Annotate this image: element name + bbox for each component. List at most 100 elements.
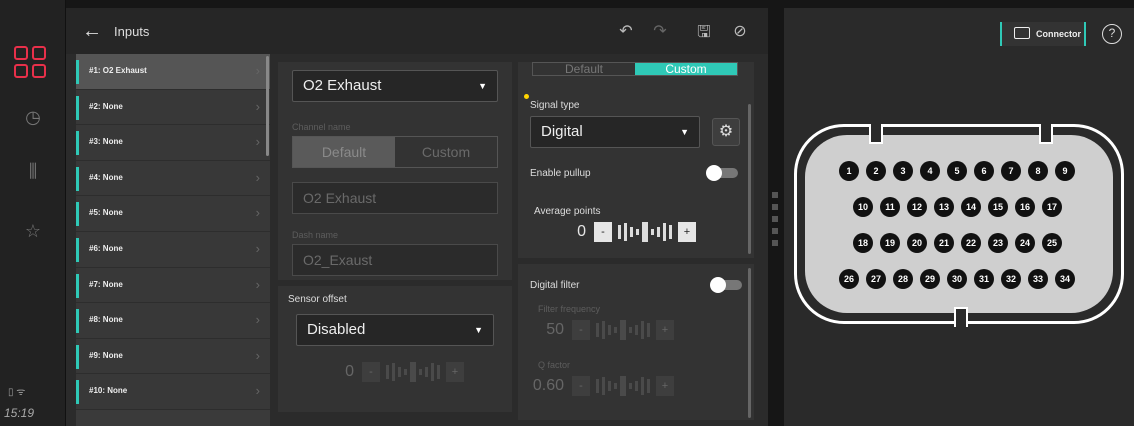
chevron-right-icon: › <box>255 312 260 328</box>
sensor-offset-stepper: 0 - + <box>334 362 464 382</box>
connector-pin[interactable]: 27 <box>866 269 886 289</box>
connector-pin[interactable]: 16 <box>1015 197 1035 217</box>
connector-pin[interactable]: 14 <box>961 197 981 217</box>
channel-name-default-option[interactable]: Default <box>293 137 395 167</box>
connector-pin[interactable]: 5 <box>947 161 967 181</box>
help-icon[interactable]: ? <box>1102 24 1122 44</box>
connector-pin[interactable]: 6 <box>974 161 994 181</box>
connector-pin[interactable]: 2 <box>866 161 886 181</box>
signal-scrollbar[interactable] <box>748 104 751 254</box>
connector-button[interactable]: Connector <box>1000 22 1086 46</box>
filter-scrollbar[interactable] <box>748 268 751 418</box>
stepper-track[interactable] <box>596 376 650 396</box>
connector-pin[interactable]: 4 <box>920 161 940 181</box>
channel-list-item[interactable]: #5: None › <box>76 196 270 232</box>
connector-pin[interactable]: 12 <box>907 197 927 217</box>
connector-pin[interactable]: 31 <box>974 269 994 289</box>
connector-pin[interactable]: 23 <box>988 233 1008 253</box>
channel-label: #8: None <box>89 315 123 325</box>
digital-filter-toggle[interactable] <box>710 277 742 293</box>
connector-pin[interactable]: 25 <box>1042 233 1062 253</box>
channel-label: #5: None <box>89 208 123 218</box>
connector-pin[interactable]: 8 <box>1028 161 1048 181</box>
connector-pin[interactable]: 19 <box>880 233 900 253</box>
channel-list-item[interactable]: #8: None › <box>76 303 270 339</box>
sensor-offset-select[interactable]: Disabled ▼ <box>296 314 494 346</box>
signal-default-option[interactable]: Default <box>533 63 635 75</box>
stepper-track[interactable] <box>596 320 650 340</box>
channel-list-item[interactable]: #9: None › <box>76 338 270 375</box>
increment-button[interactable]: + <box>656 376 674 396</box>
average-points-stepper: 0 - + <box>566 222 696 242</box>
dashboard-gauge-icon[interactable]: ◷ <box>22 106 44 128</box>
connector-pin[interactable]: 33 <box>1028 269 1048 289</box>
connector-pin[interactable]: 11 <box>880 197 900 217</box>
connector-pin[interactable]: 24 <box>1015 233 1035 253</box>
filter-frequency-label: Filter frequency <box>538 304 601 314</box>
average-points-label: Average points <box>534 206 601 217</box>
channel-list-item[interactable]: #10: None › <box>76 374 270 410</box>
q-factor-label: Q factor <box>538 360 571 370</box>
channel-name-custom-option[interactable]: Custom <box>395 137 497 167</box>
stepper-track[interactable] <box>386 362 440 382</box>
connector-pin[interactable]: 30 <box>947 269 967 289</box>
channel-name-field[interactable]: O2 Exhaust <box>292 182 498 214</box>
save-icon[interactable]: 🖫 <box>694 21 714 48</box>
connector-pin[interactable]: 20 <box>907 233 927 253</box>
cancel-icon[interactable]: ⊘ <box>730 21 750 41</box>
increment-button[interactable]: + <box>678 222 696 242</box>
status-icons: ▯ ᯤ <box>8 387 26 398</box>
connector-pin[interactable]: 22 <box>961 233 981 253</box>
connector-pin[interactable]: 9 <box>1055 161 1075 181</box>
channel-list-item[interactable]: #7: None › <box>76 267 270 304</box>
channel-name-segmented: Default Custom <box>292 136 498 168</box>
connector-pin[interactable]: 7 <box>1001 161 1021 181</box>
pager-dot <box>772 228 778 234</box>
channel-label: #6: None <box>89 243 123 253</box>
pager-dot <box>772 204 778 210</box>
channel-list-item[interactable]: #3: None › <box>76 125 270 161</box>
star-icon[interactable]: ☆ <box>22 220 44 242</box>
channel-config-card: O2 Exhaust ▼ Channel name Default Custom… <box>278 62 512 280</box>
channel-list-item[interactable]: #4: None › <box>76 160 270 197</box>
connector-pin[interactable]: 18 <box>853 233 873 253</box>
stepper-track[interactable] <box>618 222 672 242</box>
connector-pin[interactable]: 32 <box>1001 269 1021 289</box>
back-arrow-icon[interactable]: ← <box>82 20 102 43</box>
connector-diagram: 1 2 3 4 5 6 7 8 9 10 11 12 13 14 15 16 17 18 19 20 21 22 23 24 2… <box>794 124 1124 327</box>
increment-button[interactable]: + <box>446 362 464 382</box>
connector-pin[interactable]: 21 <box>934 233 954 253</box>
connector-pin[interactable]: 26 <box>839 269 859 289</box>
enable-pullup-toggle[interactable] <box>706 165 738 181</box>
connector-pin[interactable]: 1 <box>839 161 859 181</box>
increment-button[interactable]: + <box>656 320 674 340</box>
redo-icon[interactable]: ↷ <box>650 21 670 41</box>
undo-icon[interactable]: ↶ <box>616 21 636 41</box>
connector-pin[interactable]: 3 <box>893 161 913 181</box>
decrement-button[interactable]: - <box>362 362 380 382</box>
columns-icon[interactable]: ⫼ <box>22 160 44 182</box>
decrement-button[interactable]: - <box>572 376 590 396</box>
connector-pin[interactable]: 10 <box>853 197 873 217</box>
gear-icon[interactable]: ⚙ <box>712 118 740 146</box>
list-scrollbar[interactable] <box>266 56 269 156</box>
app-logo-icon[interactable] <box>14 46 46 78</box>
connector-pin[interactable]: 13 <box>934 197 954 217</box>
connector-pin[interactable]: 15 <box>988 197 1008 217</box>
connector-pin[interactable]: 34 <box>1055 269 1075 289</box>
signal-custom-option[interactable]: Custom <box>635 63 737 75</box>
decrement-button[interactable]: - <box>572 320 590 340</box>
channel-list-item[interactable]: #6: None › <box>76 231 270 268</box>
connector-pin[interactable]: 17 <box>1042 197 1062 217</box>
dash-name-field[interactable]: O2_Exaust <box>292 244 498 276</box>
input-type-select[interactable]: O2 Exhaust ▼ <box>292 70 498 102</box>
decrement-button[interactable]: - <box>594 222 612 242</box>
chevron-down-icon: ▼ <box>474 325 483 335</box>
chevron-right-icon: › <box>255 205 260 221</box>
connector-pin[interactable]: 29 <box>920 269 940 289</box>
connector-pin[interactable]: 28 <box>893 269 913 289</box>
signal-type-select[interactable]: Digital ▼ <box>530 116 700 148</box>
channel-list-item[interactable]: #1: O2 Exhaust › <box>76 54 270 90</box>
chevron-down-icon: ▼ <box>478 81 487 91</box>
channel-list-item[interactable]: #2: None › <box>76 89 270 126</box>
